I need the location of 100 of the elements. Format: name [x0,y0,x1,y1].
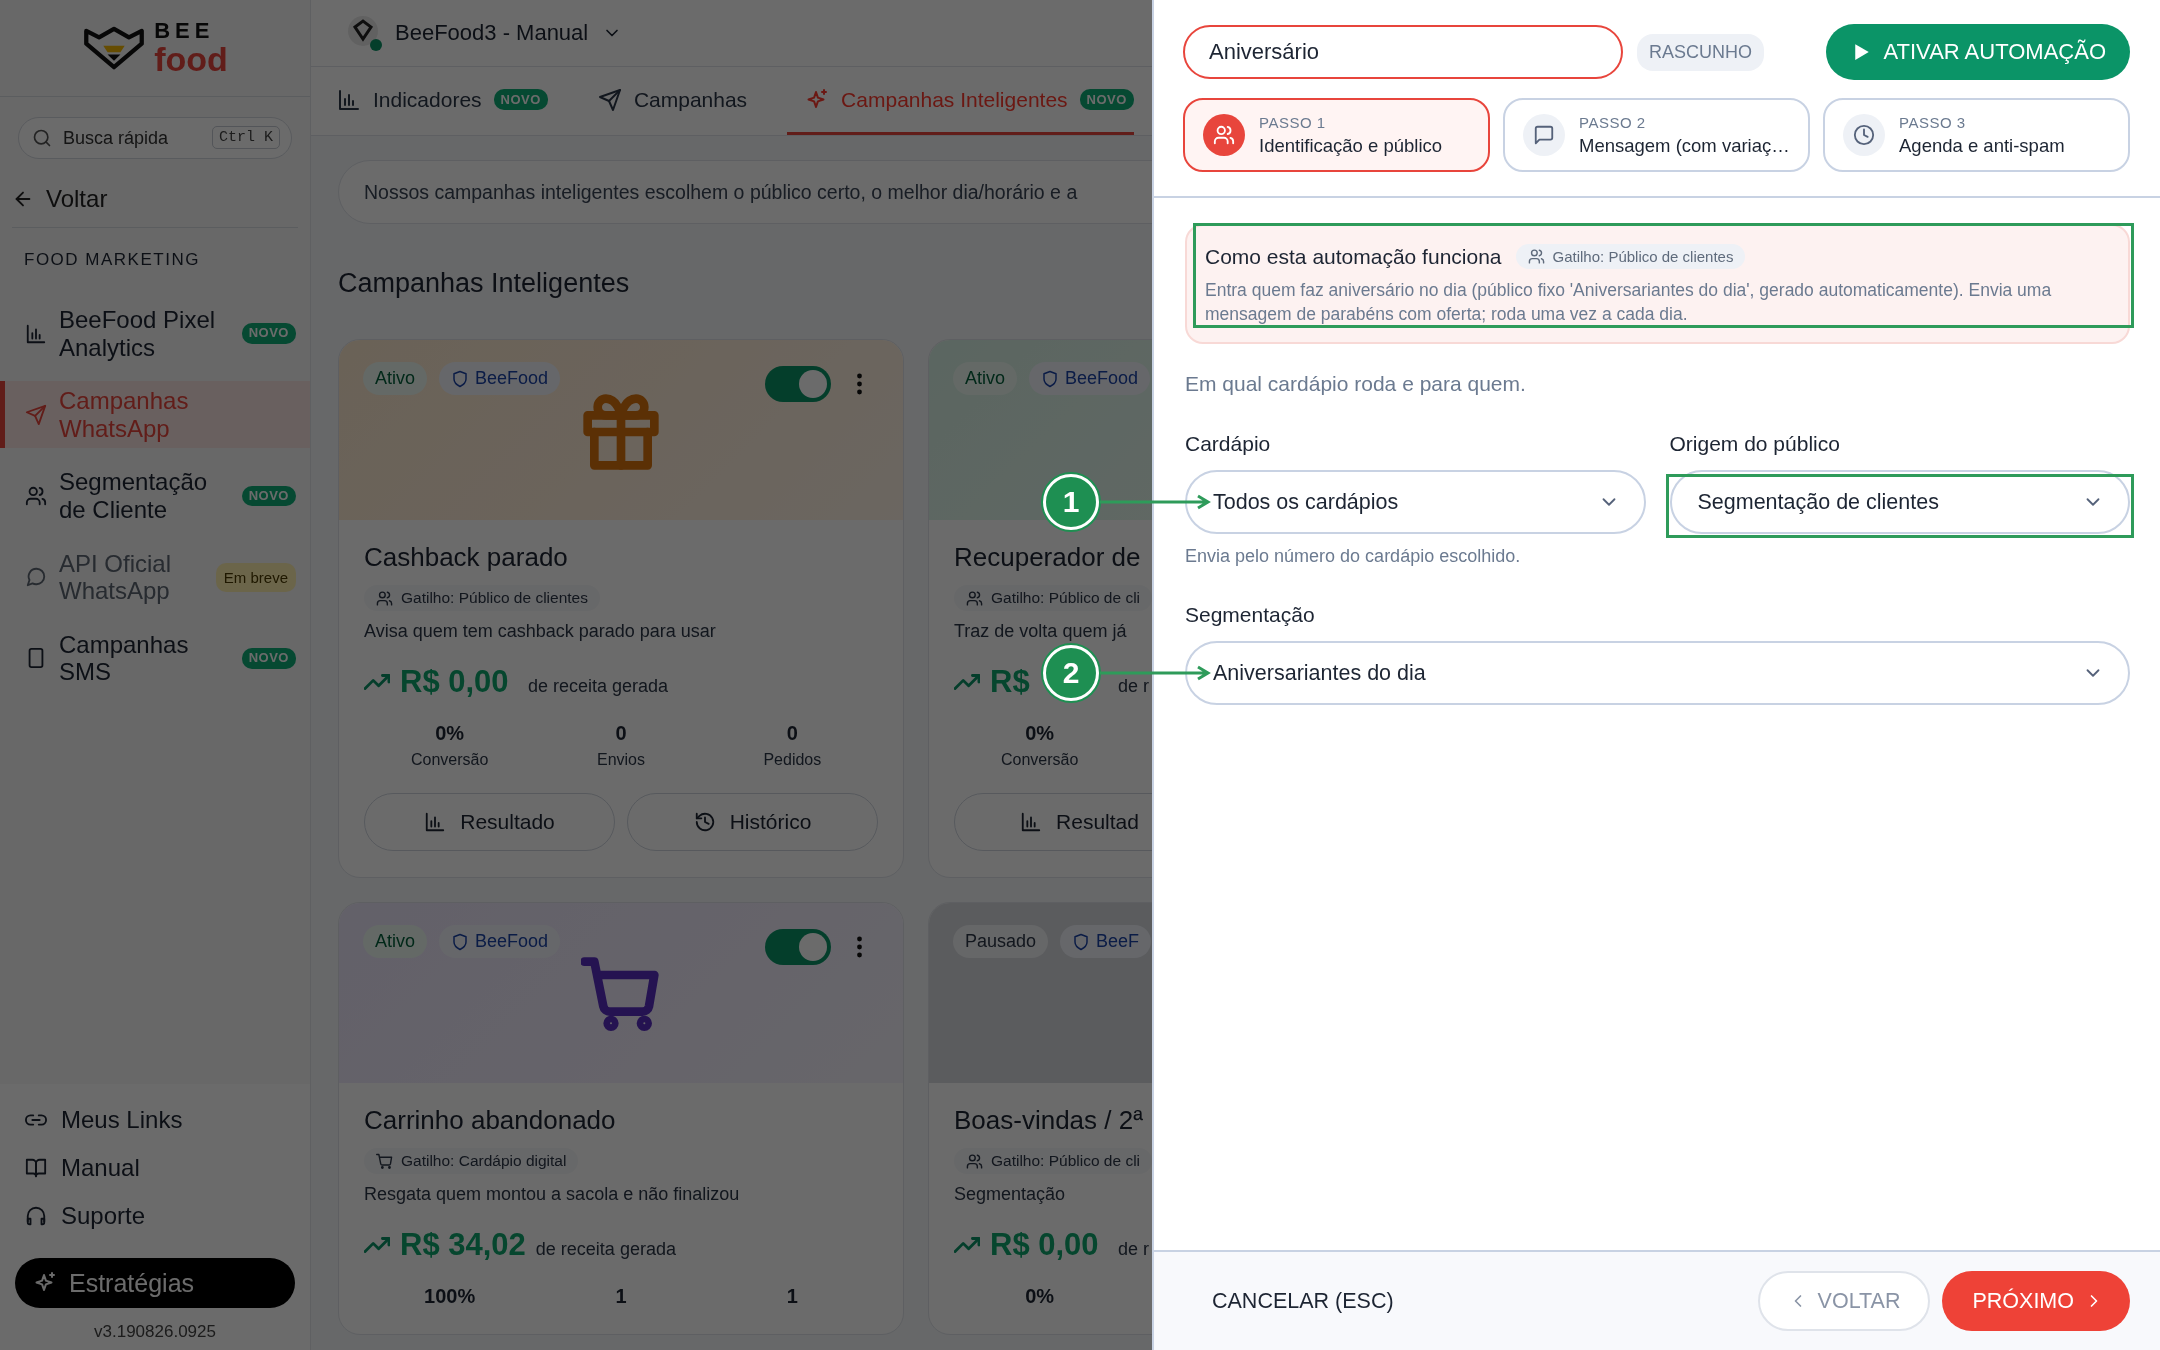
revenue-value: R$ 0,00 [400,664,509,700]
sidebar-item[interactable]: Segmentação de Cliente NOVO [0,462,310,530]
bee-logo-icon [82,24,147,72]
toggle-switch[interactable] [765,366,831,402]
select-field[interactable]: Aniversariantes do dia [1185,641,2130,706]
status-pill: Pausado [953,925,1049,958]
badge: NOVO [241,323,296,345]
clock-icon [1853,124,1875,146]
version-text: v3.190826.0925 [93,1322,217,1342]
next-button[interactable]: PRÓXIMO [1942,1271,2130,1331]
revenue-label: de r [1118,676,1150,697]
badge: NOVO [241,485,296,507]
status-pill: Ativo [363,925,428,958]
stat-value: 0 [615,722,627,745]
card-description: Avisa quem tem cashback parado para usar [364,621,717,642]
workspace-selector[interactable]: BeeFood3 - Manual [395,20,623,46]
card-title: Cashback parado [364,542,569,573]
brand-pill: BeeFood [439,362,561,395]
stat-label: Pedidos [763,751,822,769]
field-label: Origem do público [1669,432,1841,457]
select-field[interactable]: Segmentação de clientes [1669,470,2130,535]
info-title: Como esta automação funciona [1205,244,1502,269]
sidebar-link[interactable]: Suporte [15,1196,295,1236]
sidebar-item[interactable]: Campanhas WhatsApp [0,381,310,449]
speech-bubble-icon [25,566,47,589]
status-chip: RASCUNHO [1637,33,1764,71]
sidebar-item[interactable]: Campanhas SMS NOVO [0,624,310,692]
brand-pill: BeeFood [1029,362,1151,395]
stat-value: 100% [424,1285,476,1308]
card-description: Resgata quem montou a sacola e não finalizou [364,1184,741,1205]
paper-plane-icon [25,403,47,426]
section-intro: Em qual cardápio roda e para quem. [1185,372,1527,397]
speech-bubble-icon [1533,124,1555,146]
select-field[interactable]: Todos os cardápios [1185,470,1646,535]
badge: NOVO [1079,89,1134,110]
name-field[interactable]: Aniversário [1183,25,1623,79]
field-hint: Envia pelo número do cardápio escolhido. [1185,546,1522,568]
revenue-value: R$ 0,00 [990,1227,1099,1263]
more-icon[interactable] [856,372,863,396]
card-action-button[interactable]: Resultado [364,793,615,851]
step-tab[interactable]: PASSO 1 Identificação e público [1183,98,1490,172]
tab[interactable]: Campanhas Inteligentes NOVO [787,67,1134,135]
card-title: Carrinho abandonado [364,1105,617,1136]
shortcut-hint: Ctrl K [212,126,280,149]
play-icon [1853,43,1870,61]
bar-chart-icon [337,87,361,112]
tab[interactable]: Campanhas [587,67,758,135]
logo-text: food [154,41,228,78]
bar-chart-icon [25,322,47,345]
shield-icon [451,369,470,388]
history-icon [693,811,716,833]
gift-icon [581,392,661,472]
card-title: Recuperador de [954,542,1142,573]
back-link[interactable]: Voltar [12,185,298,228]
revenue-label: de r [1118,1239,1150,1260]
revenue-value: R$ 34,02 [400,1227,526,1263]
stat-value: 0% [1025,1285,1055,1308]
bar-chart-icon [424,811,447,833]
brand-pill: BeeF [1060,925,1152,958]
logo-text: BEE [154,18,216,42]
trigger-chip: Gatilho: Cardápio digital [364,1148,579,1174]
bar-chart-icon [1020,811,1043,833]
card-action-button[interactable]: Resultad [954,793,1152,851]
revenue-label: de receita gerada [535,1239,676,1260]
section-heading: FOOD MARKETING [24,250,201,270]
card-description: Segmentação [954,1184,1067,1205]
step-tab[interactable]: PASSO 3 Agenda e anti-spam [1823,98,2130,172]
stat-value: 0% [435,722,465,745]
shield-icon [451,932,470,951]
sidebar-link[interactable]: Manual [15,1148,295,1188]
card-action-button[interactable]: Histórico [627,793,878,851]
cart-icon [376,1152,393,1170]
people-icon [376,589,393,607]
back-button[interactable]: VOLTAR [1757,1271,1931,1331]
more-icon[interactable] [856,935,863,959]
stat-value: 1 [615,1285,627,1308]
page-heading: Campanhas Inteligentes [338,268,631,299]
info-banner: Nossos campanhas inteligentes escolhem o público certo, o melhor dia/horário e a [338,160,1152,224]
book-icon [25,1157,47,1179]
step-tab[interactable]: PASSO 2 Mensagem (com variaç… [1503,98,1810,172]
brand-pill: BeeFood [439,925,561,958]
status-pill: Ativo [363,362,428,395]
stat-label: Envios [596,751,645,769]
cancel-button[interactable]: CANCELAR (ESC) [1212,1288,1394,1314]
sidebar-item[interactable]: BeeFood Pixel Analytics NOVO [0,300,310,368]
card-description: Traz de volta quem já [954,621,1128,642]
stat-value: 1 [786,1285,798,1308]
tab[interactable]: Indicadores NOVO [327,67,558,135]
trigger-chip: Gatilho: Público de clientes [364,585,600,611]
stat-value: 0% [1025,722,1055,745]
revenue-value: R$ [990,664,1030,700]
sidebar-link[interactable]: Meus Links [15,1100,295,1140]
activate-button[interactable]: ATIVAR AUTOMAÇÃO [1825,24,2130,80]
people-icon [1213,124,1235,146]
shield-icon [1072,932,1091,951]
trigger-chip: Gatilho: Público de cli [954,1148,1152,1174]
card-title: Boas-vindas / 2ª [954,1105,1144,1136]
toggle-switch[interactable] [765,929,831,965]
strategies-button[interactable]: Estratégias [15,1258,295,1308]
revenue-label: de receita gerada [528,676,669,697]
